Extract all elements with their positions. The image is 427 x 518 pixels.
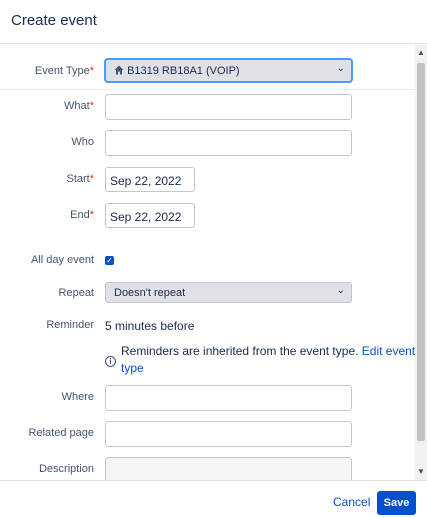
what-input[interactable] — [105, 94, 352, 120]
event-type-label: Event Type* — [34, 65, 94, 77]
end-date-input[interactable]: Sep 22, 2022 — [105, 203, 195, 228]
cancel-button[interactable]: Cancel — [333, 495, 370, 509]
where-label: Where — [61, 391, 94, 403]
scrollbar-thumb[interactable] — [417, 63, 425, 441]
dialog-footer: Cancel Save — [0, 480, 427, 518]
description-label: Description — [38, 463, 94, 475]
start-label: Start* — [66, 173, 94, 185]
repeat-select[interactable]: Doesn't repeat ⌄ — [105, 282, 352, 303]
all-day-checkbox[interactable]: ✓ — [105, 256, 114, 265]
event-type-value: B1319 RB18A1 (VOIP) — [127, 65, 240, 77]
chevron-down-icon: ⌄ — [336, 63, 345, 74]
repeat-label: Repeat — [58, 287, 94, 299]
what-label: What* — [64, 100, 94, 112]
where-input[interactable] — [105, 385, 352, 411]
home-icon — [114, 65, 124, 75]
check-icon: ✓ — [106, 256, 113, 265]
description-textarea[interactable] — [105, 457, 352, 480]
dialog-header: Create event — [0, 0, 427, 44]
reminder-info: Reminders are inherited from the event t… — [121, 344, 415, 375]
divider — [0, 89, 415, 90]
chevron-down-icon: ⌄ — [336, 285, 345, 296]
related-page-input[interactable] — [105, 421, 352, 447]
all-day-label: All day event — [31, 254, 94, 266]
who-input[interactable] — [105, 130, 352, 156]
scrollbar[interactable]: ▲ ▼ — [415, 45, 427, 480]
dialog-title: Create event — [11, 12, 97, 29]
related-page-label: Related page — [28, 427, 94, 439]
info-icon: i — [105, 356, 116, 367]
start-date-input[interactable]: Sep 22, 2022 — [105, 167, 195, 192]
scroll-down-icon[interactable]: ▼ — [415, 466, 427, 478]
end-label: End* — [70, 209, 94, 221]
event-type-select[interactable]: B1319 RB18A1 (VOIP) ⌄ — [105, 59, 352, 82]
reminder-label: Reminder — [46, 319, 94, 331]
who-label: Who — [71, 136, 94, 148]
repeat-value: Doesn't repeat — [114, 287, 186, 299]
scroll-up-icon[interactable]: ▲ — [415, 47, 427, 59]
save-button[interactable]: Save — [377, 491, 416, 515]
reminder-value: 5 minutes before — [105, 319, 195, 333]
dialog-body: Event Type* B1319 RB18A1 (VOIP) ⌄ What* … — [0, 45, 415, 480]
